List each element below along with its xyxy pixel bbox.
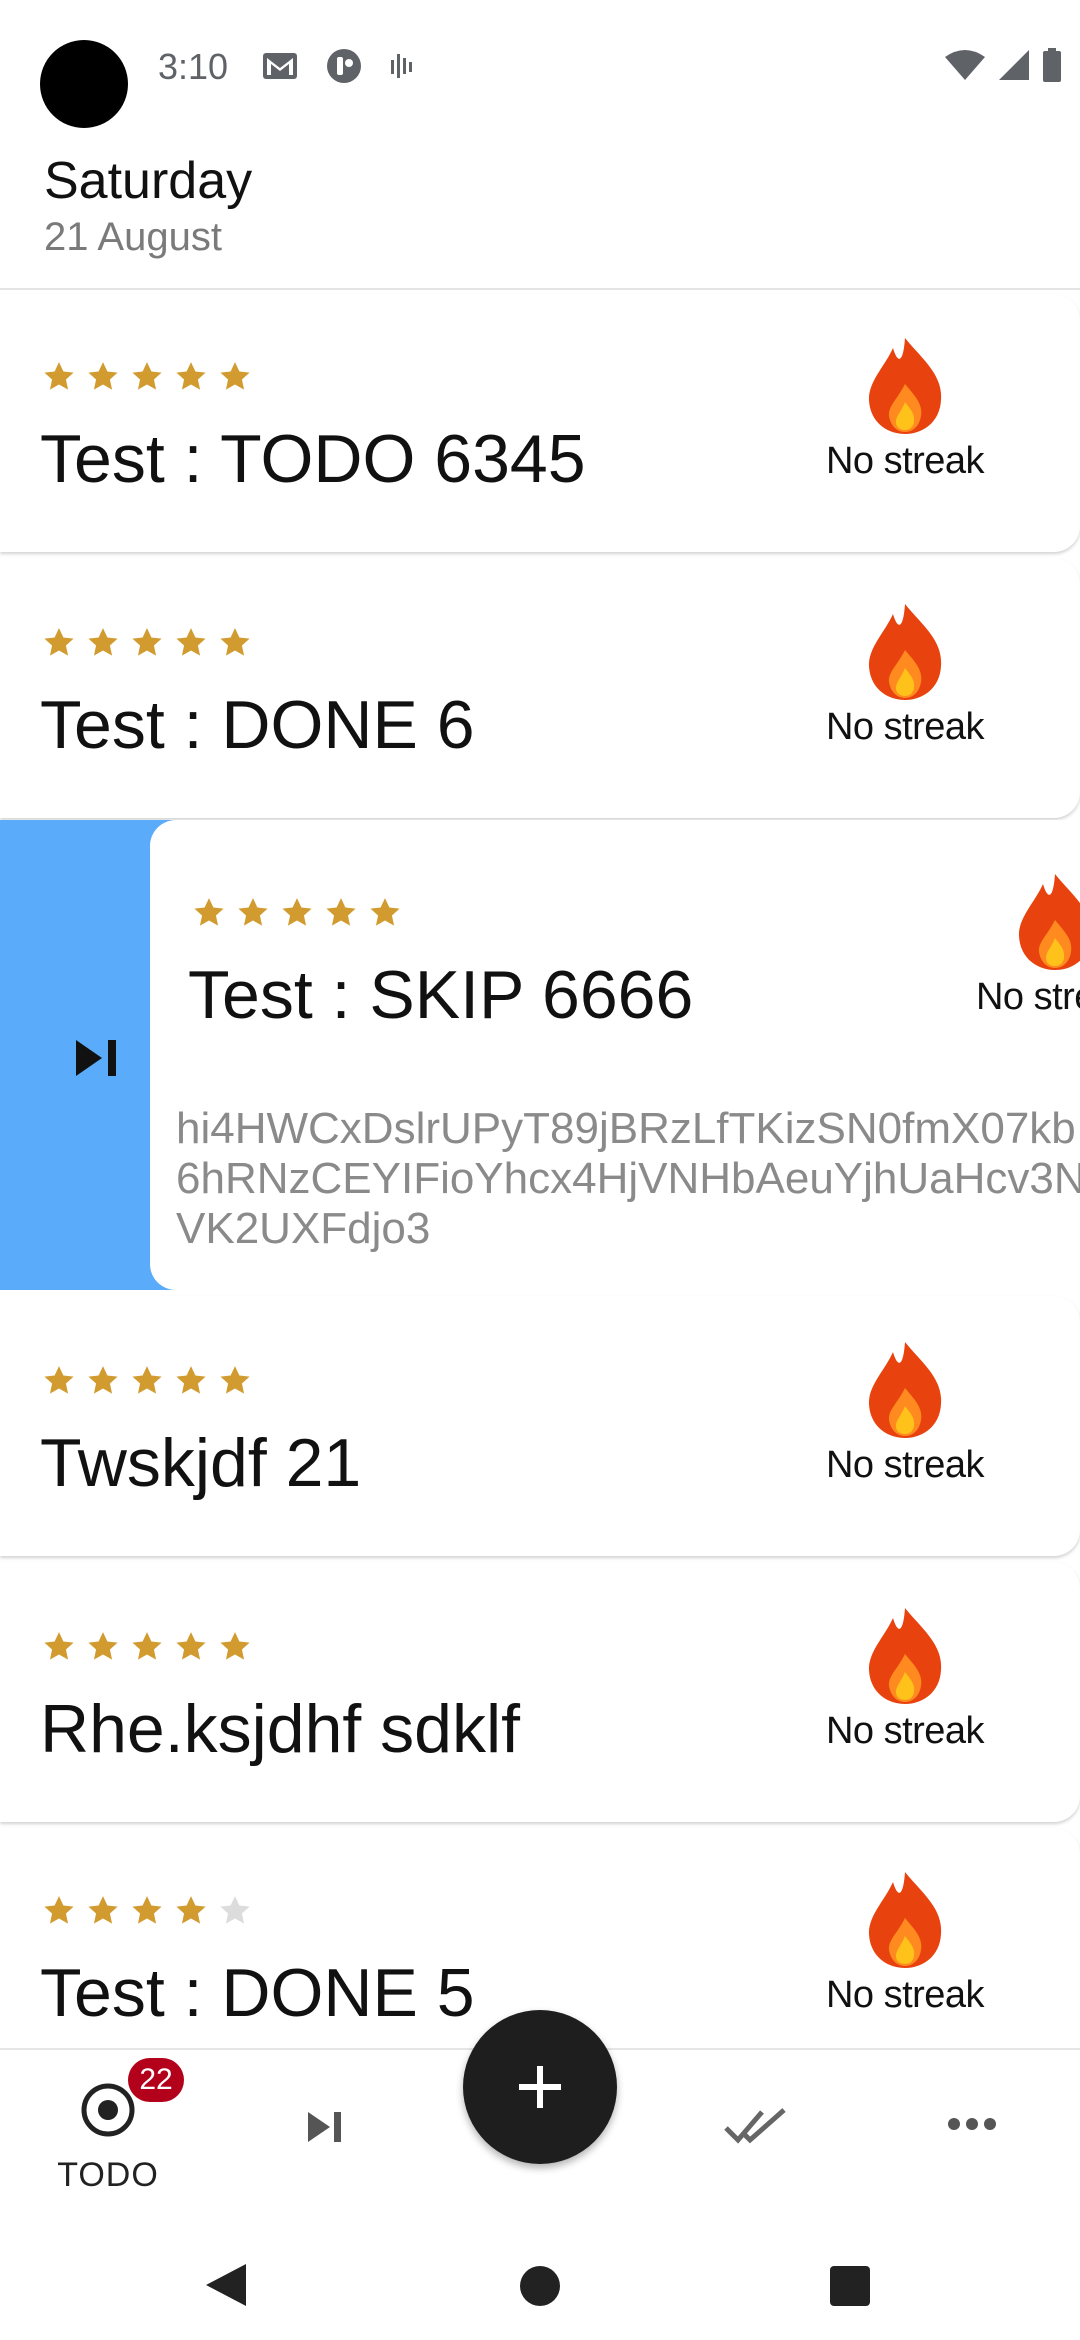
status-bar: 3:10	[0, 0, 1080, 140]
todo-icon	[81, 2083, 135, 2137]
task-title: Test : SKIP 6666	[188, 957, 694, 1033]
star-icon	[44, 1896, 74, 1924]
system-navigation-bar	[0, 2220, 1080, 2340]
flame-icon	[868, 1342, 942, 1438]
task-card-swiped[interactable]: Test : SKIP 6666 No streak hi4HWCxDslrUP…	[150, 820, 1080, 1290]
flame-icon	[868, 1872, 942, 1968]
streak-indicator: No streak	[820, 602, 990, 749]
back-icon[interactable]	[204, 2262, 248, 2308]
gmail-icon	[263, 53, 297, 79]
streak-label: No streak	[825, 440, 985, 482]
flame-icon	[868, 604, 942, 700]
home-icon[interactable]	[518, 2264, 562, 2308]
streak-indicator: No streak	[970, 872, 1080, 1019]
nav-todo[interactable]: 22 TODO	[40, 2050, 184, 2222]
star-icon	[44, 1366, 74, 1394]
star-icon	[370, 898, 400, 926]
streak-indicator: No streak	[820, 1606, 990, 1753]
streak-label: No streak	[825, 1444, 985, 1486]
star-icon	[176, 1896, 206, 1924]
star-icon	[132, 1632, 162, 1660]
todo-count-badge: 22	[128, 2058, 184, 2102]
star-icon	[238, 898, 268, 926]
skip-next-icon[interactable]	[72, 1036, 122, 1080]
notification-icons	[262, 48, 414, 84]
streak-label: No streak	[825, 1710, 985, 1752]
star-empty-icon	[220, 1896, 250, 1924]
camera-cutout	[40, 40, 128, 128]
star-icon	[132, 1366, 162, 1394]
date-subtitle: 21 August	[44, 215, 222, 259]
rating-stars	[42, 626, 252, 660]
rating-stars	[42, 1630, 252, 1664]
flame-icon	[1018, 874, 1080, 970]
star-icon	[220, 362, 250, 390]
battery-icon	[1043, 48, 1061, 82]
star-icon	[88, 1366, 118, 1394]
more-horizontal-icon[interactable]	[946, 2116, 998, 2132]
streak-indicator: No streak	[820, 336, 990, 483]
task-card[interactable]: Twskjdf 21 No streak	[0, 1296, 1080, 1556]
skip-next-icon[interactable]	[306, 2110, 344, 2144]
status-time: 3:10	[158, 46, 229, 87]
star-icon	[220, 1366, 250, 1394]
streak-indicator: No streak	[820, 1870, 990, 2017]
task-card[interactable]: Test : TODO 6345 No streak	[0, 294, 1080, 552]
star-icon	[220, 628, 250, 656]
task-title: Twskjdf 21	[40, 1425, 362, 1501]
date-header: Saturday 21 August	[44, 150, 252, 262]
task-description: hi4HWCxDslrUPyT89jBRzLfTKizSN0fmX07kb 6h…	[176, 1104, 1080, 1253]
star-icon	[132, 362, 162, 390]
star-icon	[176, 1366, 206, 1394]
done-all-icon[interactable]	[724, 2106, 788, 2146]
task-title: Test : DONE 6	[40, 687, 475, 763]
star-icon	[132, 628, 162, 656]
star-icon	[44, 1632, 74, 1660]
task-title: Test : DONE 5	[40, 1955, 475, 2031]
wifi-icon	[945, 50, 985, 80]
nav-todo-label: TODO	[57, 2156, 159, 2194]
star-icon	[220, 1632, 250, 1660]
app-screen: 3:10 Saturday 21 August Test: TODO 6345…	[0, 0, 1080, 2340]
rating-stars	[192, 896, 402, 930]
day-title: Saturday	[44, 152, 253, 210]
star-icon	[176, 628, 206, 656]
star-icon	[88, 1896, 118, 1924]
star-icon	[176, 1632, 206, 1660]
cellular-icon	[999, 50, 1029, 80]
task-card[interactable]: Rhe.ksjdhf sdklf No streak	[0, 1562, 1080, 1822]
star-icon	[44, 362, 74, 390]
add-icon	[519, 2066, 561, 2108]
task-title: Rhe.ksjdhf sdklf	[40, 1691, 520, 1767]
system-status-icons	[944, 48, 1062, 82]
star-icon	[132, 1896, 162, 1924]
streak-indicator: No streak	[820, 1340, 990, 1487]
header-divider	[0, 288, 1080, 290]
app-icon	[327, 49, 361, 83]
task-card[interactable]: Test : DONE 6 No streak	[0, 558, 1080, 818]
recents-icon[interactable]	[830, 2266, 870, 2306]
star-icon	[326, 898, 356, 926]
task-title: Test : TODO 6345	[40, 421, 586, 497]
streak-label: No streak	[825, 1974, 985, 2016]
streak-label: No streak	[975, 976, 1080, 1018]
rating-stars	[42, 360, 252, 394]
flame-icon	[868, 338, 942, 434]
star-icon	[88, 628, 118, 656]
star-icon	[282, 898, 312, 926]
star-icon	[88, 362, 118, 390]
star-icon	[44, 628, 74, 656]
signal-bars-icon	[391, 54, 412, 78]
streak-label: No streak	[825, 706, 985, 748]
star-icon	[88, 1632, 118, 1660]
add-task-fab[interactable]	[463, 2010, 617, 2164]
star-icon	[194, 898, 224, 926]
rating-stars	[42, 1894, 252, 1928]
star-icon	[176, 362, 206, 390]
flame-icon	[868, 1608, 942, 1704]
rating-stars	[42, 1364, 252, 1398]
